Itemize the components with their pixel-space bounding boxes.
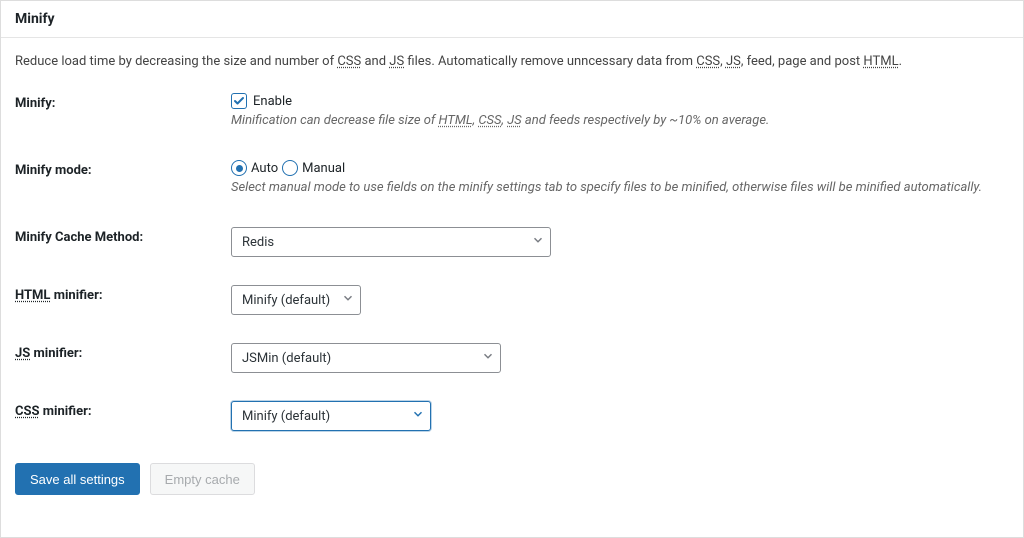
select-value: JSMin (default)	[242, 351, 331, 366]
enable-label: Enable	[253, 94, 292, 109]
mode-help: Select manual mode to use fields on the …	[231, 180, 1009, 195]
html-minifier-select[interactable]: Minify (default)	[231, 285, 361, 315]
css-minifier-select[interactable]: Minify (default)	[231, 401, 431, 431]
select-value: Minify (default)	[242, 409, 330, 424]
cache-method-label: Minify Cache Method:	[15, 227, 231, 245]
select-value: Redis	[242, 235, 274, 250]
minify-label: Minify:	[15, 93, 231, 111]
minify-help: Minification can decrease file size of H…	[231, 113, 1009, 128]
section-header: Minify	[1, 1, 1023, 38]
radio-icon	[282, 160, 298, 176]
mode-manual-radio[interactable]: Manual	[282, 160, 345, 176]
description: Reduce load time by decreasing the size …	[15, 54, 1009, 69]
cache-method-select[interactable]: Redis	[231, 227, 551, 257]
select-value: Minify (default)	[242, 293, 330, 308]
radio-icon	[231, 160, 247, 176]
radio-label-manual: Manual	[302, 161, 345, 176]
mode-auto-radio[interactable]: Auto	[231, 160, 278, 176]
mode-label: Minify mode:	[15, 160, 231, 178]
checkbox-icon	[231, 93, 247, 109]
css-minifier-label: CSS minifier:	[15, 401, 231, 419]
enable-checkbox[interactable]: Enable	[231, 93, 1009, 109]
html-minifier-label: HTML minifier:	[15, 285, 231, 303]
save-button[interactable]: Save all settings	[15, 463, 140, 495]
page-title: Minify	[15, 11, 1009, 27]
js-minifier-label: JS minifier:	[15, 343, 231, 361]
radio-label-auto: Auto	[251, 161, 278, 176]
js-minifier-select[interactable]: JSMin (default)	[231, 343, 501, 373]
empty-cache-button[interactable]: Empty cache	[150, 463, 255, 495]
